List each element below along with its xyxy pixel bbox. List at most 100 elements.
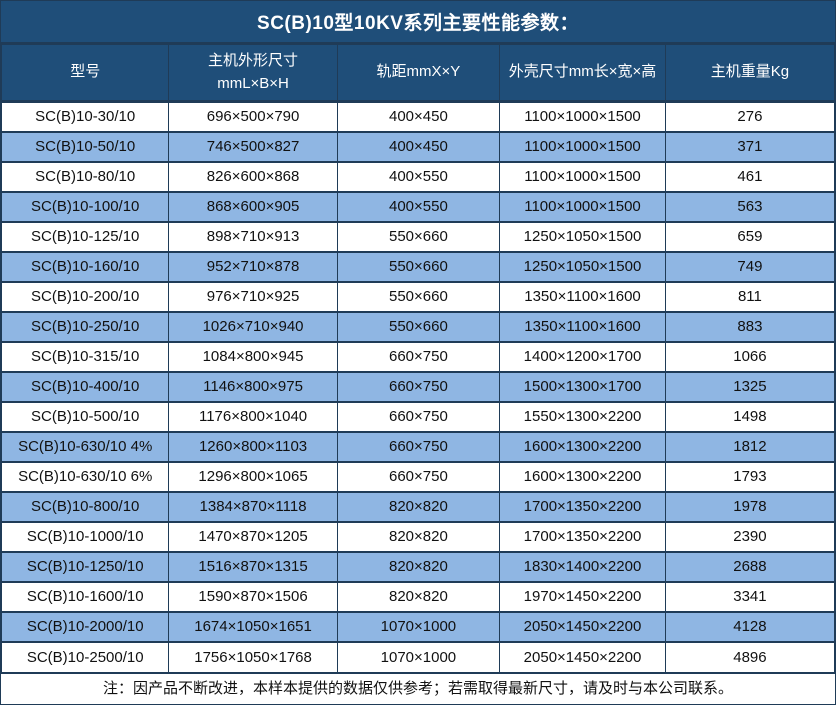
table-cell: SC(B)10-50/10 — [2, 132, 169, 162]
table-cell: 1325 — [665, 372, 834, 402]
footer-note: 注：因产品不断改进，本样本提供的数据仅供参考；若需取得最新尺寸，请及时与本公司联… — [1, 672, 835, 701]
table-row: SC(B)10-400/101146×800×975660×7501500×13… — [2, 372, 835, 402]
table-cell: 1384×870×1118 — [169, 492, 337, 522]
table-cell: 660×750 — [337, 372, 499, 402]
table-cell: 1026×710×940 — [169, 312, 337, 342]
table-cell: 1296×800×1065 — [169, 462, 337, 492]
table-row: SC(B)10-100/10868×600×905400×5501100×100… — [2, 192, 835, 222]
table-row: SC(B)10-630/10 6%1296×800×1065660×750160… — [2, 462, 835, 492]
table-row: SC(B)10-125/10898×710×913550×6601250×105… — [2, 222, 835, 252]
col-header-label: 主机重量Kg — [666, 61, 834, 84]
col-header-label: 轨距mmX×Y — [338, 61, 499, 84]
table-cell: 1793 — [665, 462, 834, 492]
table-cell: 820×820 — [337, 492, 499, 522]
col-header-model: 型号 — [2, 45, 169, 102]
table-cell: SC(B)10-1250/10 — [2, 552, 169, 582]
table-row: SC(B)10-30/10696×500×790400×4501100×1000… — [2, 102, 835, 132]
col-header-weight: 主机重量Kg — [665, 45, 834, 102]
table-row: SC(B)10-1250/101516×870×1315820×8201830×… — [2, 552, 835, 582]
table-cell: SC(B)10-80/10 — [2, 162, 169, 192]
table-cell: 898×710×913 — [169, 222, 337, 252]
table-cell: 1590×870×1506 — [169, 582, 337, 612]
table-cell: SC(B)10-1600/10 — [2, 582, 169, 612]
table-cell: 1350×1100×1600 — [500, 282, 666, 312]
table-cell: 868×600×905 — [169, 192, 337, 222]
table-cell: 1830×1400×2200 — [500, 552, 666, 582]
table-cell: 1756×1050×1768 — [169, 642, 337, 672]
table-cell: 400×450 — [337, 102, 499, 132]
table-cell: SC(B)10-30/10 — [2, 102, 169, 132]
table-cell: 883 — [665, 312, 834, 342]
table-cell: 1176×800×1040 — [169, 402, 337, 432]
table-cell: 820×820 — [337, 522, 499, 552]
table-cell: 826×600×868 — [169, 162, 337, 192]
table-cell: SC(B)10-500/10 — [2, 402, 169, 432]
table-cell: 550×660 — [337, 282, 499, 312]
table-cell: 1812 — [665, 432, 834, 462]
table-cell: 1100×1000×1500 — [500, 162, 666, 192]
table-cell: 1250×1050×1500 — [500, 252, 666, 282]
table-cell: 1600×1300×2200 — [500, 432, 666, 462]
table-cell: 461 — [665, 162, 834, 192]
table-row: SC(B)10-160/10952×710×878550×6601250×105… — [2, 252, 835, 282]
table-cell: 1498 — [665, 402, 834, 432]
table-cell: 2390 — [665, 522, 834, 552]
table-cell: 660×750 — [337, 402, 499, 432]
table-cell: 2050×1450×2200 — [500, 612, 666, 642]
table-cell: 659 — [665, 222, 834, 252]
table-cell: 1066 — [665, 342, 834, 372]
table-cell: SC(B)10-2500/10 — [2, 642, 169, 672]
table-row: SC(B)10-630/10 4%1260×800×1103660×750160… — [2, 432, 835, 462]
table-cell: 1100×1000×1500 — [500, 132, 666, 162]
table-cell: 1674×1050×1651 — [169, 612, 337, 642]
table-cell: 1070×1000 — [337, 612, 499, 642]
col-header-label: 型号 — [2, 61, 168, 84]
table-row: SC(B)10-80/10826×600×868400×5501100×1000… — [2, 162, 835, 192]
table-cell: 4128 — [665, 612, 834, 642]
table-cell: 371 — [665, 132, 834, 162]
spec-table: 型号 主机外形尺寸 mmL×B×H 轨距mmX×Y 外壳尺寸mm长×宽×高 主机… — [1, 44, 835, 672]
col-header-label: 主机外形尺寸 — [169, 50, 336, 73]
table-cell: 1550×1300×2200 — [500, 402, 666, 432]
table-cell: 696×500×790 — [169, 102, 337, 132]
table-row: SC(B)10-2500/101756×1050×17681070×100020… — [2, 642, 835, 672]
table-cell: 749 — [665, 252, 834, 282]
table-cell: 400×550 — [337, 192, 499, 222]
table-cell: SC(B)10-200/10 — [2, 282, 169, 312]
table-row: SC(B)10-200/10976×710×925550×6601350×110… — [2, 282, 835, 312]
table-cell: 1500×1300×1700 — [500, 372, 666, 402]
table-cell: SC(B)10-160/10 — [2, 252, 169, 282]
table-cell: 660×750 — [337, 462, 499, 492]
table-cell: 2050×1450×2200 — [500, 642, 666, 672]
col-header-sublabel: mmL×B×H — [169, 73, 336, 96]
table-cell: 1100×1000×1500 — [500, 102, 666, 132]
table-row: SC(B)10-2000/101674×1050×16511070×100020… — [2, 612, 835, 642]
table-cell: 1146×800×975 — [169, 372, 337, 402]
table-body: SC(B)10-30/10696×500×790400×4501100×1000… — [2, 102, 835, 672]
table-cell: 820×820 — [337, 552, 499, 582]
table-cell: SC(B)10-630/10 6% — [2, 462, 169, 492]
table-row: SC(B)10-1600/101590×870×1506820×8201970×… — [2, 582, 835, 612]
table-cell: SC(B)10-800/10 — [2, 492, 169, 522]
table-cell: 1400×1200×1700 — [500, 342, 666, 372]
table-row: SC(B)10-250/101026×710×940550×6601350×11… — [2, 312, 835, 342]
table-cell: SC(B)10-100/10 — [2, 192, 169, 222]
table-cell: 811 — [665, 282, 834, 312]
table-cell: 276 — [665, 102, 834, 132]
table-header: 型号 主机外形尺寸 mmL×B×H 轨距mmX×Y 外壳尺寸mm长×宽×高 主机… — [2, 45, 835, 102]
table-cell: SC(B)10-400/10 — [2, 372, 169, 402]
col-header-shell-dimensions: 外壳尺寸mm长×宽×高 — [500, 45, 666, 102]
table-cell: SC(B)10-125/10 — [2, 222, 169, 252]
table-cell: 1700×1350×2200 — [500, 522, 666, 552]
table-cell: SC(B)10-250/10 — [2, 312, 169, 342]
col-header-rail-gauge: 轨距mmX×Y — [337, 45, 499, 102]
table-cell: 550×660 — [337, 252, 499, 282]
table-cell: 1250×1050×1500 — [500, 222, 666, 252]
table-cell: 4896 — [665, 642, 834, 672]
table-cell: 660×750 — [337, 432, 499, 462]
table-cell: 400×550 — [337, 162, 499, 192]
table-row: SC(B)10-500/101176×800×1040660×7501550×1… — [2, 402, 835, 432]
table-row: SC(B)10-315/101084×800×945660×7501400×12… — [2, 342, 835, 372]
table-cell: 1084×800×945 — [169, 342, 337, 372]
table-cell: 820×820 — [337, 582, 499, 612]
